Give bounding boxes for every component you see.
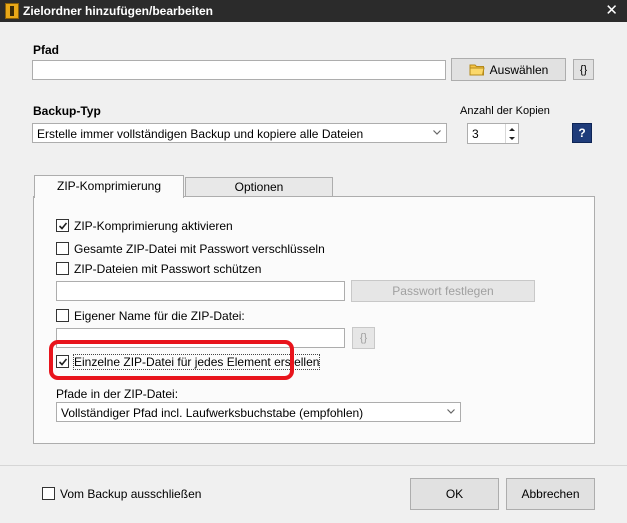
tab-options[interactable]: Optionen bbox=[185, 177, 333, 197]
protect-password-checkbox[interactable] bbox=[56, 262, 69, 275]
annotation-highlight bbox=[49, 340, 294, 380]
browse-button[interactable]: Auswählen bbox=[451, 58, 566, 81]
exclude-label: Vom Backup ausschließen bbox=[60, 487, 202, 501]
chevron-down-icon bbox=[433, 130, 441, 135]
copies-spinner-buttons[interactable] bbox=[505, 124, 518, 143]
browse-button-label: Auswählen bbox=[489, 62, 549, 77]
title-bar: Zielordner hinzufügen/bearbeiten ✕ bbox=[0, 0, 627, 22]
zip-enable-label: ZIP-Komprimierung aktivieren bbox=[74, 219, 233, 233]
path-label: Pfad bbox=[33, 43, 60, 57]
zip-paths-label: Pfade in der ZIP-Datei: bbox=[56, 387, 179, 401]
zip-paths-select[interactable]: Vollständiger Pfad incl. Laufwerksbuchst… bbox=[56, 402, 461, 422]
path-input[interactable] bbox=[32, 60, 446, 80]
tab-zip-compression[interactable]: ZIP-Komprimierung bbox=[34, 175, 184, 198]
folder-icon bbox=[469, 64, 485, 76]
help-icon[interactable]: ? bbox=[572, 123, 592, 143]
app-icon bbox=[5, 3, 19, 19]
copies-label: Anzahl der Kopien bbox=[460, 105, 550, 117]
custom-name-label: Eigener Name für die ZIP-Datei: bbox=[74, 309, 245, 323]
exclude-checkbox[interactable] bbox=[42, 487, 55, 500]
set-password-button[interactable]: Passwort festlegen bbox=[351, 280, 535, 302]
custom-name-variables-button[interactable]: {} bbox=[352, 327, 375, 349]
backup-type-select[interactable]: Erstelle immer vollständigen Backup und … bbox=[32, 123, 447, 143]
chevron-down-icon bbox=[447, 409, 455, 414]
cancel-button[interactable]: Abbrechen bbox=[506, 478, 595, 510]
spin-up-icon[interactable] bbox=[506, 125, 518, 134]
backup-type-label: Backup-Typ bbox=[33, 104, 101, 118]
check-icon bbox=[58, 222, 68, 230]
close-icon[interactable]: ✕ bbox=[605, 2, 618, 19]
copies-spinner[interactable]: 3 bbox=[467, 123, 519, 144]
footer-separator bbox=[0, 465, 627, 466]
path-variables-button[interactable]: {} bbox=[573, 59, 594, 80]
custom-name-checkbox[interactable] bbox=[56, 309, 69, 322]
ok-button[interactable]: OK bbox=[410, 478, 499, 510]
protect-password-label: ZIP-Dateien mit Passwort schützen bbox=[74, 262, 262, 276]
copies-value: 3 bbox=[472, 127, 479, 141]
zip-paths-selected: Vollständiger Pfad incl. Laufwerksbuchst… bbox=[61, 406, 364, 420]
password-input[interactable] bbox=[56, 281, 345, 301]
encrypt-all-label: Gesamte ZIP-Datei mit Passwort verschlüs… bbox=[74, 242, 325, 256]
spin-down-icon[interactable] bbox=[506, 134, 518, 143]
backup-type-selected: Erstelle immer vollständigen Backup und … bbox=[37, 127, 364, 141]
zip-enable-checkbox[interactable] bbox=[56, 219, 69, 232]
window-title: Zielordner hinzufügen/bearbeiten bbox=[23, 4, 214, 18]
encrypt-all-checkbox[interactable] bbox=[56, 242, 69, 255]
